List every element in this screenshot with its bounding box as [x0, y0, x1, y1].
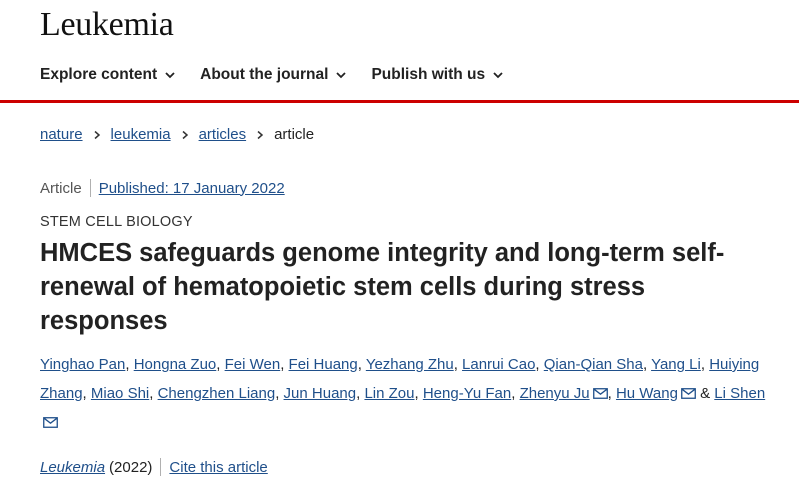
article-subject[interactable]: STEM CELL BIOLOGY — [40, 214, 193, 230]
author-separator: , — [149, 385, 158, 402]
journal-logo[interactable]: Leukemia — [40, 6, 174, 44]
author-link[interactable]: Qian-Qian Sha — [544, 356, 643, 373]
author-link[interactable]: Heng-Yu Fan — [423, 385, 511, 402]
article-meta: Article Published: 17 January 2022 — [40, 179, 285, 197]
chevron-right-icon — [94, 130, 100, 139]
nav-about-journal[interactable]: About the journal — [200, 66, 347, 84]
envelope-icon[interactable] — [681, 388, 696, 399]
masthead: Leukemia — [40, 6, 174, 44]
author-separator: , — [643, 356, 652, 373]
published-date-link[interactable]: Published: 17 January 2022 — [99, 180, 285, 197]
author-link[interactable]: Fei Wen — [225, 356, 281, 373]
author-link[interactable]: Yinghao Pan — [40, 356, 125, 373]
author-ampersand: & — [695, 385, 715, 402]
author-separator: , — [700, 356, 710, 373]
chevron-down-icon — [165, 72, 175, 79]
nav-explore-content[interactable]: Explore content — [40, 66, 176, 84]
nav-label: About the journal — [200, 66, 329, 83]
breadcrumb-link-leukemia[interactable]: leukemia — [111, 126, 171, 143]
author-link[interactable]: Hu Wang — [616, 385, 678, 402]
author-link[interactable]: Hongna Zuo — [134, 356, 217, 373]
nav-publish-with-us[interactable]: Publish with us — [371, 66, 504, 84]
author-link[interactable]: Chengzhen Liang — [158, 385, 276, 402]
author-link[interactable]: Zhenyu Ju — [520, 385, 590, 402]
journal-name-link[interactable]: Leukemia — [40, 459, 105, 476]
meta-divider — [89, 179, 91, 197]
author-link[interactable]: Fei Huang — [289, 356, 358, 373]
publication-year: (2022) — [109, 458, 153, 476]
chevron-down-icon — [493, 72, 503, 79]
chevron-right-icon — [182, 130, 188, 139]
author-separator: , — [453, 356, 463, 373]
author-separator: , — [275, 385, 284, 402]
meta-divider — [160, 458, 162, 476]
citation-line: Leukemia (2022) Cite this article — [40, 458, 268, 476]
author-link[interactable]: Li Shen — [714, 385, 765, 402]
main-nav: Explore content About the journal Publis… — [40, 66, 504, 84]
article-type: Article — [40, 179, 82, 197]
nav-label: Explore content — [40, 66, 158, 83]
envelope-icon[interactable] — [592, 388, 608, 399]
chevron-down-icon — [336, 72, 347, 79]
author-separator: , — [535, 356, 544, 373]
nav-label: Publish with us — [371, 66, 486, 83]
author-separator: , — [216, 356, 225, 373]
author-link[interactable]: Lanrui Cao — [462, 356, 535, 373]
author-separator: , — [511, 385, 520, 402]
header-accent-bar — [0, 100, 799, 103]
cite-article-link[interactable]: Cite this article — [169, 459, 267, 476]
author-link[interactable]: Jun Huang — [284, 385, 357, 402]
article-title: HMCES safeguards genome integrity and lo… — [40, 239, 725, 335]
breadcrumb-link-articles[interactable]: articles — [199, 126, 247, 143]
author-list: Yinghao Pan, Hongna Zuo, Fei Wen, Fei Hu… — [40, 350, 770, 437]
breadcrumb-link-nature[interactable]: nature — [40, 126, 83, 143]
author-link[interactable]: Miao Shi — [91, 385, 149, 402]
envelope-icon[interactable] — [43, 417, 58, 428]
author-link[interactable]: Yang Li — [651, 356, 701, 373]
author-separator: , — [125, 356, 134, 373]
author-link[interactable]: Yezhang Zhu — [366, 356, 454, 373]
author-link[interactable]: Lin Zou — [364, 385, 414, 402]
author-separator: , — [414, 385, 423, 402]
author-separator: , — [82, 385, 91, 402]
author-separator: , — [607, 385, 616, 402]
chevron-right-icon — [257, 130, 264, 139]
breadcrumb-current: article — [274, 126, 315, 143]
author-separator: , — [357, 356, 366, 373]
author-separator: , — [280, 356, 289, 373]
breadcrumb: nature leukemia articles article — [40, 126, 314, 143]
